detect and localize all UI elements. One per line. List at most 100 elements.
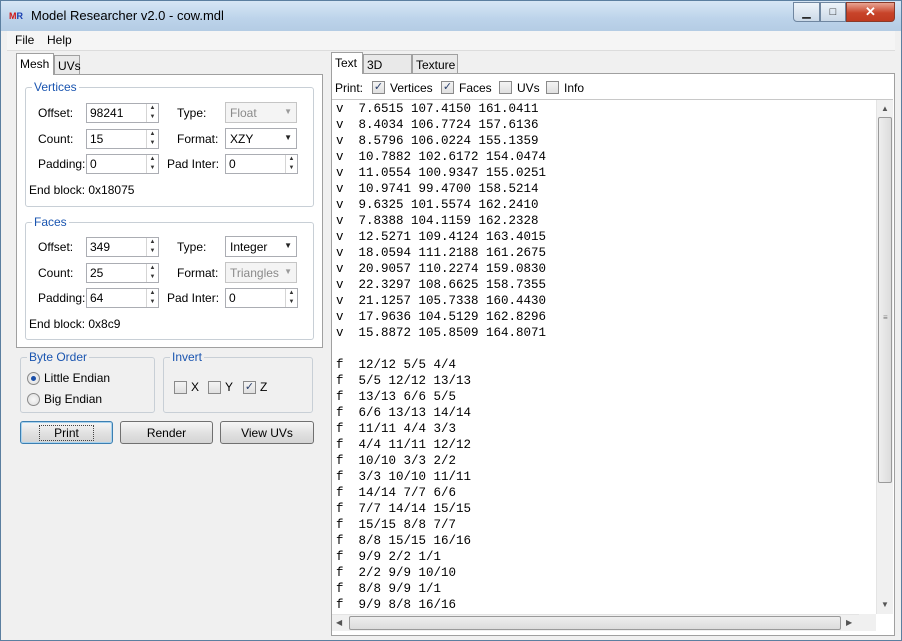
horizontal-scrollbar[interactable]: ◀ ▶ xyxy=(332,614,859,631)
spin-arrows-icon[interactable]: ▲ ▼ xyxy=(285,289,297,307)
output-line: f 7/7 14/14 15/15 xyxy=(336,502,472,516)
scroll-right-icon[interactable]: ▶ xyxy=(846,618,852,627)
output-line: f 6/6 13/13 14/14 xyxy=(336,406,472,420)
faces-offset-input[interactable]: 349 ▲ ▼ xyxy=(86,237,159,257)
minimize-button[interactable]: ▁ xyxy=(793,2,820,22)
menu-help[interactable]: Help xyxy=(47,33,72,47)
vertices-padinter-input[interactable]: 0 ▲ ▼ xyxy=(225,154,298,174)
chevron-down-icon: ▼ xyxy=(284,241,292,250)
output-line: v 9.6325 101.5574 162.2410 xyxy=(336,198,539,212)
print-faces-label[interactable]: Faces xyxy=(459,81,492,95)
faces-offset-label: Offset: xyxy=(38,240,74,254)
window-title: Model Researcher v2.0 - cow.mdl xyxy=(31,8,224,23)
output-line: v 15.8872 105.8509 164.8071 xyxy=(336,326,547,340)
scroll-down-icon[interactable]: ▼ xyxy=(881,600,889,609)
chevron-down-icon: ▼ xyxy=(284,267,292,276)
view-uvs-button[interactable]: View UVs xyxy=(220,421,314,444)
horizontal-scroll-thumb[interactable] xyxy=(349,616,841,630)
spin-arrows-icon[interactable]: ▲ ▼ xyxy=(146,130,158,148)
invert-z-checkbox[interactable]: ✓ xyxy=(243,381,256,394)
output-line: f 4/4 11/11 12/12 xyxy=(336,438,472,452)
little-endian-radio[interactable] xyxy=(27,372,40,385)
print-faces-checkbox[interactable]: ✓ xyxy=(441,81,454,94)
output-line: v 22.3297 108.6625 158.7355 xyxy=(336,278,547,292)
tab-mesh[interactable]: Mesh xyxy=(16,53,54,75)
output-text[interactable]: v 7.6515 107.4150 161.0411 v 8.4034 106.7… xyxy=(332,100,876,614)
faces-padinter-input[interactable]: 0 ▲ ▼ xyxy=(225,288,298,308)
faces-type-select[interactable]: Integer ▼ xyxy=(225,236,297,257)
output-line: v 18.0594 111.2188 161.2675 xyxy=(336,246,547,260)
chevron-down-icon: ▼ xyxy=(284,133,292,142)
mesh-panel: Vertices Offset: 98241 ▲ ▼ Count: 15 ▲ ▼ Pad… xyxy=(16,74,323,348)
vertical-scrollbar[interactable]: ▲ ≡ ▼ xyxy=(876,100,893,614)
tab-3d-view[interactable]: 3D View xyxy=(363,54,412,86)
output-line: f 15/15 8/8 7/7 xyxy=(336,518,457,532)
output-line: f 5/5 12/12 13/13 xyxy=(336,374,472,388)
faces-padinter-label: Pad Inter: xyxy=(167,291,220,305)
menu-file[interactable]: File xyxy=(15,33,34,47)
faces-padding-input[interactable]: 64 ▲ ▼ xyxy=(86,288,159,308)
output-line: f 12/12 5/5 4/4 xyxy=(336,358,457,372)
vertical-scroll-thumb[interactable]: ≡ xyxy=(878,117,892,483)
print-info-label[interactable]: Info xyxy=(564,81,584,95)
render-button[interactable]: Render xyxy=(120,421,213,444)
checkmark-icon: ✓ xyxy=(373,81,384,93)
tab-uvs[interactable]: UVs xyxy=(54,55,81,75)
tab-text[interactable]: Text xyxy=(331,52,363,74)
print-uvs-label[interactable]: UVs xyxy=(517,81,540,95)
spin-arrows-icon[interactable]: ▲ ▼ xyxy=(146,238,158,256)
grip-icon: ≡ xyxy=(883,313,888,322)
vertices-padding-input[interactable]: 0 ▲ ▼ xyxy=(86,154,159,174)
scroll-left-icon[interactable]: ◀ xyxy=(336,618,342,627)
output-line: v 7.6515 107.4150 161.0411 xyxy=(336,102,539,116)
big-endian-label[interactable]: Big Endian xyxy=(44,392,102,406)
maximize-icon: □ xyxy=(829,6,837,18)
print-vertices-label[interactable]: Vertices xyxy=(390,81,433,95)
checkmark-icon: ✓ xyxy=(442,81,453,93)
print-uvs-checkbox[interactable] xyxy=(499,81,512,94)
chevron-down-icon: ▼ xyxy=(284,107,292,116)
output-line: f 2/2 9/9 10/10 xyxy=(336,566,457,580)
faces-count-input[interactable]: 25 ▲ ▼ xyxy=(86,263,159,283)
print-info-checkbox[interactable] xyxy=(546,81,559,94)
vertices-count-input[interactable]: 15 ▲ ▼ xyxy=(86,129,159,149)
invert-y-checkbox[interactable] xyxy=(208,381,221,394)
spin-arrows-icon[interactable]: ▲ ▼ xyxy=(146,289,158,307)
output-line: v 8.5796 106.0224 155.1359 xyxy=(336,134,539,148)
big-endian-radio[interactable] xyxy=(27,393,40,406)
little-endian-label[interactable]: Little Endian xyxy=(44,371,110,385)
vertices-padinter-label: Pad Inter: xyxy=(167,157,220,171)
app-logo-icon: MR xyxy=(9,11,23,21)
client-area: Mesh UVs Vertices Offset: 98241 ▲ ▼ Count:… xyxy=(7,51,895,636)
faces-format-label: Format: xyxy=(177,266,219,280)
spin-arrows-icon[interactable]: ▲ ▼ xyxy=(285,155,297,173)
text-panel: Print: ✓ Vertices ✓ Faces UVs Info v 7.6… xyxy=(331,73,895,636)
vertices-format-select[interactable]: XZY ▼ xyxy=(225,128,297,149)
output-line: v 8.4034 106.7724 157.6136 xyxy=(336,118,539,132)
invert-y-label[interactable]: Y xyxy=(225,380,233,394)
spin-arrows-icon[interactable]: ▲ ▼ xyxy=(146,264,158,282)
faces-format-select: Triangles ▼ xyxy=(225,262,297,283)
invert-legend: Invert xyxy=(170,350,205,364)
maximize-button[interactable]: □ xyxy=(820,2,846,22)
output-line: v 20.9057 110.2274 159.0830 xyxy=(336,262,547,276)
spin-arrows-icon[interactable]: ▲ ▼ xyxy=(146,104,158,122)
invert-group: Invert X Y ✓ Z xyxy=(163,350,313,413)
invert-x-checkbox[interactable] xyxy=(174,381,187,394)
vertices-group: Vertices Offset: 98241 ▲ ▼ Count: 15 ▲ ▼ Pad… xyxy=(25,80,314,207)
print-vertices-checkbox[interactable]: ✓ xyxy=(372,81,385,94)
spin-arrows-icon[interactable]: ▲ ▼ xyxy=(146,155,158,173)
close-button[interactable]: ✕ xyxy=(846,2,895,22)
output-container: v 7.6515 107.4150 161.0411 v 8.4034 106.7… xyxy=(332,99,893,631)
faces-legend: Faces xyxy=(32,215,69,229)
invert-z-label[interactable]: Z xyxy=(260,380,267,394)
vertices-offset-input[interactable]: 98241 ▲ ▼ xyxy=(86,103,159,123)
checkmark-icon: ✓ xyxy=(244,381,255,393)
output-line: f 9/9 8/8 16/16 xyxy=(336,598,457,612)
invert-x-label[interactable]: X xyxy=(191,380,199,394)
output-line: f 3/3 10/10 11/11 xyxy=(336,470,472,484)
scroll-up-icon[interactable]: ▲ xyxy=(881,104,889,113)
print-button[interactable]: Print xyxy=(20,421,113,444)
title-bar[interactable]: MR Model Researcher v2.0 - cow.mdl ▁ □ ✕ xyxy=(1,1,901,31)
tab-texture[interactable]: Texture xyxy=(412,54,458,74)
